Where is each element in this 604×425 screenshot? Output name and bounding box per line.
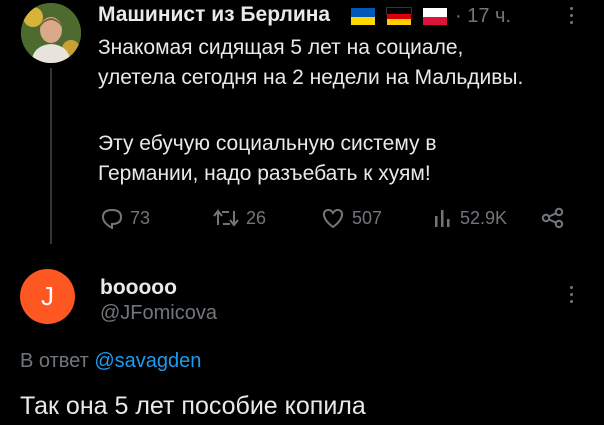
like-count: 507: [352, 207, 383, 228]
reply-count: 73: [130, 207, 151, 228]
reply-button[interactable]: 73: [100, 205, 150, 231]
retweet-button[interactable]: 26: [212, 205, 266, 231]
reply-to-line: В ответ @savagden: [20, 350, 201, 373]
heart-icon: [322, 208, 344, 229]
tweet-text-line: Эту ебучую социальную систему в: [98, 132, 437, 155]
flag-emojis: [351, 7, 447, 26]
share-icon: [541, 207, 564, 229]
reply-text: Так она 5 лет пособие копила: [20, 392, 366, 420]
reply-author-name[interactable]: booooo: [100, 276, 177, 300]
more-options-icon[interactable]: [562, 4, 582, 26]
germany-flag-icon: [386, 7, 412, 26]
reply-more-options-icon[interactable]: [562, 283, 582, 305]
tweet-text-line: Германии, надо разъебать к хуям!: [98, 162, 431, 185]
views-button[interactable]: 52.9K: [432, 205, 507, 231]
reply-to-mention-link[interactable]: @savagden: [94, 350, 201, 372]
like-button[interactable]: 507: [320, 205, 382, 231]
views-chart-icon: [435, 210, 450, 227]
reply-icon: [101, 208, 123, 229]
poland-flag-icon: [423, 8, 447, 25]
author-name[interactable]: Машинист из Берлина: [98, 3, 330, 27]
tweet-text-line: улетела сегодня на 2 недели на Мальдивы.: [98, 66, 524, 89]
reply-author-handle[interactable]: @JFomicova: [100, 302, 217, 325]
reply-author-avatar[interactable]: J: [20, 269, 75, 324]
reply-to-prefix: В ответ: [20, 350, 89, 372]
retweet-count: 26: [246, 207, 267, 228]
share-button[interactable]: [540, 205, 566, 231]
thread-line: [50, 68, 52, 244]
tweet-timestamp[interactable]: · 17 ч.: [455, 5, 511, 28]
retweet-icon: [213, 209, 239, 227]
views-count: 52.9K: [460, 207, 508, 228]
avatar-letter: J: [41, 281, 54, 311]
tweet-text-line: Знакомая сидящая 5 лет на социале,: [98, 36, 464, 59]
author-avatar[interactable]: [21, 3, 81, 63]
ukraine-flag-icon: [351, 8, 375, 25]
